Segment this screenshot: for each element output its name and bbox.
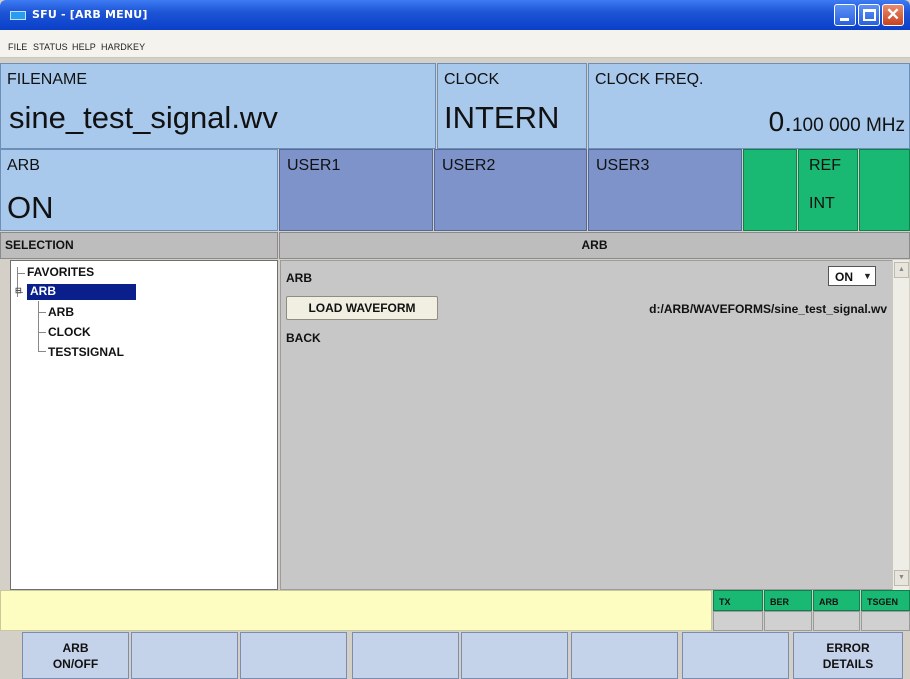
user2-panel[interactable]: USER2 — [434, 149, 587, 231]
status-tag-tsgen[interactable]: TSGEN — [861, 590, 910, 611]
ref-panel[interactable]: REF INT — [798, 149, 858, 231]
maximize-button[interactable] — [858, 4, 880, 26]
tree-line — [38, 332, 46, 333]
maximize-icon — [863, 9, 876, 21]
softkey-6[interactable] — [571, 632, 678, 679]
tree-expander-icon[interactable]: ⊟ — [15, 286, 22, 295]
close-icon: ✕ — [885, 5, 901, 24]
status-tag-arb[interactable]: ARB — [813, 590, 860, 611]
softkey-8-line1: ERROR — [826, 641, 870, 655]
selection-tree[interactable]: FAVORITES ⊟ ARB ARB CLOCK TESTSIGNAL — [10, 260, 278, 590]
clock-freq-value-main: 0. — [768, 106, 792, 137]
tree-line — [17, 273, 25, 274]
status-message-bar — [0, 590, 712, 631]
status-tag-tx[interactable]: TX — [713, 590, 763, 611]
clock-freq-label: CLOCK FREQ. — [595, 71, 704, 88]
window-title: SFU - [ARB MENU] — [32, 8, 148, 21]
user3-panel[interactable]: USER3 — [588, 149, 742, 231]
tree-line — [38, 312, 46, 313]
softkey-4[interactable] — [352, 632, 459, 679]
ref-label: REF — [809, 157, 841, 174]
softkey-1[interactable]: ARB ON/OFF — [22, 632, 129, 679]
selection-header: SELECTION — [0, 232, 278, 259]
waveform-path: d:/ARB/WAVEFORMS/sine_test_signal.wv — [649, 302, 887, 316]
minimize-button[interactable] — [834, 4, 856, 26]
arb-state-value: ON — [7, 190, 54, 225]
filename-label: FILENAME — [7, 71, 88, 88]
load-waveform-button[interactable]: LOAD WAVEFORM — [286, 296, 438, 320]
tree-item-testsignal[interactable]: TESTSIGNAL — [48, 345, 124, 359]
softkey-3[interactable] — [240, 632, 347, 679]
clock-freq-value-rest: 100 000 MHz — [791, 115, 905, 136]
app-icon — [10, 11, 26, 20]
arb-state-select-value: ON — [835, 270, 853, 284]
chevron-down-icon[interactable]: ▼ — [861, 269, 874, 283]
arb-state-select[interactable]: ON ▼ — [828, 266, 876, 286]
status-tag-ber[interactable]: BER — [764, 590, 812, 611]
menu-status[interactable]: STATUS — [33, 42, 68, 52]
menu-hardkey[interactable]: HARDKEY — [101, 42, 145, 52]
close-button[interactable]: ✕ — [882, 4, 904, 26]
clock-panel[interactable]: CLOCK INTERN — [437, 63, 587, 149]
arb-state-panel[interactable]: ARB ON — [0, 149, 278, 231]
tree-line — [38, 301, 39, 351]
clock-value: INTERN — [444, 100, 560, 135]
clock-label: CLOCK — [444, 71, 500, 88]
arb-panel-scrollbar[interactable]: ▲ ▼ — [892, 260, 909, 590]
softkey-5[interactable] — [461, 632, 568, 679]
tree-item-favorites[interactable]: FAVORITES — [27, 265, 94, 279]
user1-label: USER1 — [287, 157, 341, 174]
menu-bar: FILE STATUS HELP HARDKEY — [0, 30, 910, 58]
minimize-icon — [840, 18, 849, 21]
filename-panel[interactable]: FILENAME sine_test_signal.wv — [0, 63, 436, 149]
status-indicator-tx — [713, 611, 763, 631]
tree-line — [38, 351, 46, 352]
softkey-2[interactable] — [131, 632, 238, 679]
clock-freq-value: 0.100 000 MHz — [769, 106, 905, 138]
scroll-down-icon[interactable]: ▼ — [894, 570, 909, 586]
arb-state-label: ARB — [7, 157, 40, 174]
status-led-1 — [743, 149, 797, 231]
menu-help[interactable]: HELP — [72, 42, 96, 52]
tree-item-clock[interactable]: CLOCK — [48, 325, 91, 339]
filename-value: sine_test_signal.wv — [9, 100, 278, 135]
status-led-2 — [859, 149, 910, 231]
menu-file[interactable]: FILE — [8, 42, 27, 52]
scroll-up-icon[interactable]: ▲ — [894, 262, 909, 278]
arb-field-label: ARB — [286, 271, 312, 285]
back-item[interactable]: BACK — [286, 331, 321, 345]
softkey-8[interactable]: ERROR DETAILS — [793, 632, 903, 679]
title-bar[interactable]: SFU - [ARB MENU] ✕ — [0, 0, 910, 30]
tree-item-arb-selected[interactable]: ARB — [27, 284, 136, 300]
app-window: SFU - [ARB MENU] ✕ FILE STATUS HELP HARD… — [0, 0, 910, 679]
ref-value: INT — [809, 195, 835, 212]
softkey-1-line1: ARB — [62, 641, 89, 655]
softkey-8-line2: DETAILS — [822, 657, 874, 671]
arb-header: ARB — [279, 232, 910, 259]
user3-label: USER3 — [596, 157, 650, 174]
status-indicator-ber — [764, 611, 812, 631]
status-indicator-arb — [813, 611, 860, 631]
clock-freq-panel[interactable]: CLOCK FREQ. 0.100 000 MHz — [588, 63, 910, 149]
softkey-7[interactable] — [682, 632, 789, 679]
user1-panel[interactable]: USER1 — [279, 149, 433, 231]
tree-item-arb[interactable]: ARB — [48, 305, 74, 319]
arb-settings-panel: ARB ON ▼ LOAD WAVEFORM d:/ARB/WAVEFORMS/… — [280, 260, 894, 590]
user2-label: USER2 — [442, 157, 496, 174]
softkey-1-line2: ON/OFF — [52, 657, 99, 671]
status-indicator-tsgen — [861, 611, 910, 631]
